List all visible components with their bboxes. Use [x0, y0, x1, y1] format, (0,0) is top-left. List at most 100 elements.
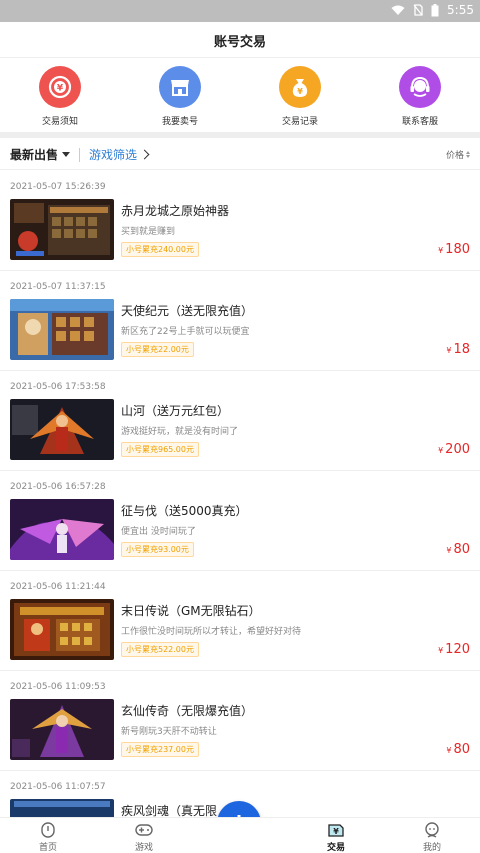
battery-icon — [431, 3, 439, 16]
tab-trade[interactable]: ¥ 交易 — [288, 818, 384, 853]
listing-item[interactable]: 2021-05-06 16:57:28 征与伐（送5000真充） 便宜出 没时间… — [0, 471, 480, 571]
listing-thumbnail — [10, 699, 114, 760]
listing-time: 2021-05-06 11:07:57 — [10, 782, 106, 792]
listing-title: 玄仙传奇（无限爆充值） — [121, 704, 254, 718]
listing-item[interactable]: 2021-05-06 11:09:53 玄仙传奇（无限爆充值） 新号刚玩3天肝不… — [0, 671, 480, 771]
divider — [79, 147, 81, 162]
listing-price: ¥80 — [446, 542, 470, 557]
listing-time: 2021-05-07 15:26:39 — [10, 182, 106, 192]
quick-action-records[interactable]: ¥ 交易记录 — [240, 58, 360, 132]
listing-title: 疾风剑魂（真无限 — [121, 804, 218, 817]
quick-action-sell[interactable]: 我要卖号 — [120, 58, 240, 132]
sort-dropdown[interactable]: 最新出售 — [10, 146, 58, 163]
listing-list: 2021-05-07 15:26:39 赤月龙城之原始神器 买到就是赚到 小号累… — [0, 171, 480, 817]
listing-price: ¥200 — [438, 442, 470, 457]
listing-thumbnail — [10, 199, 114, 260]
tab-label: 我的 — [422, 843, 441, 853]
listing-desc: 便宜出 没时间玩了 — [121, 527, 196, 537]
filter-bar: 最新出售 游戏筛选 价格 — [0, 138, 480, 170]
listing-title: 天使纪元（送无限充值） — [121, 304, 254, 318]
shop-icon — [159, 66, 201, 108]
listing-thumbnail — [10, 399, 114, 460]
recharge-badge: 小号累充22.00元 — [121, 342, 194, 357]
clock: 5:55 — [447, 3, 474, 17]
tab-games[interactable]: 游戏 — [96, 818, 192, 853]
tab-label: 游戏 — [134, 843, 153, 853]
listing-time: 2021-05-07 11:37:15 — [10, 282, 106, 292]
listing-price: ¥180 — [438, 242, 470, 257]
tab-home[interactable]: 首页 — [0, 818, 96, 853]
quick-action-label: 我要卖号 — [161, 117, 198, 127]
listing-thumbnail — [10, 499, 114, 560]
page-title: 账号交易 — [213, 35, 266, 50]
notice-icon: ¥ — [39, 66, 81, 108]
listing-title: 征与伐（送5000真充） — [121, 504, 248, 518]
currency-symbol: ¥ — [438, 246, 444, 255]
price-value: 80 — [453, 742, 470, 757]
caret-down-icon[interactable] — [62, 152, 71, 157]
price-sort-button[interactable]: 价格 — [446, 148, 470, 161]
game-filter-link[interactable]: 游戏筛选 — [89, 146, 137, 163]
gamepad-icon — [135, 824, 153, 836]
money-bag-icon: ¥ — [279, 66, 321, 108]
wifi-icon — [391, 5, 405, 15]
listing-thumbnail — [10, 799, 114, 817]
listing-price: ¥80 — [446, 742, 470, 757]
currency-symbol: ¥ — [438, 646, 444, 655]
bottom-tab-bar: 首页 游戏 ¥ 交易 我的 — [0, 817, 480, 853]
listing-item[interactable]: 2021-05-07 15:26:39 赤月龙城之原始神器 买到就是赚到 小号累… — [0, 171, 480, 271]
svg-text:¥: ¥ — [57, 84, 64, 94]
price-value: 80 — [453, 542, 470, 557]
headset-icon — [399, 66, 441, 108]
quick-action-label: 交易记录 — [281, 117, 318, 127]
tab-label: 首页 — [38, 843, 57, 853]
listing-title: 末日传说（GM无限钻石） — [121, 604, 261, 618]
price-sort-label: 价格 — [445, 151, 464, 161]
status-bar: 5:55 — [0, 0, 480, 22]
svg-text:¥: ¥ — [333, 827, 339, 836]
price-value: 120 — [445, 642, 470, 657]
svg-text:¥: ¥ — [297, 87, 303, 96]
tab-spacer — [192, 818, 288, 853]
listing-desc: 新区充了22号上手就可以玩便宜 — [121, 327, 250, 337]
listing-item[interactable]: 2021-05-06 17:53:58 山河（送万元红包） 游戏挺好玩，就是没有… — [0, 371, 480, 471]
tab-profile[interactable]: 我的 — [384, 818, 480, 853]
listing-item[interactable]: 2021-05-06 11:21:44 末日传说（GM无限钻石） 工作很忙没时间… — [0, 571, 480, 671]
currency-symbol: ¥ — [446, 346, 452, 355]
listing-price: ¥120 — [438, 642, 470, 657]
recharge-badge: 小号累充240.00元 — [121, 242, 199, 257]
listing-title: 赤月龙城之原始神器 — [121, 204, 230, 218]
listing-time: 2021-05-06 11:09:53 — [10, 682, 106, 692]
listing-thumbnail — [10, 599, 114, 660]
recharge-badge: 小号累充237.00元 — [121, 742, 199, 757]
price-value: 180 — [445, 242, 470, 257]
listing-desc: 新号刚玩3天肝不动转让 — [121, 727, 217, 737]
currency-symbol: ¥ — [446, 546, 452, 555]
quick-action-label: 联系客服 — [401, 117, 438, 127]
quick-action-notice[interactable]: ¥ 交易须知 — [0, 58, 120, 132]
listing-thumbnail — [10, 299, 114, 360]
listing-price: ¥18 — [446, 342, 470, 357]
profile-icon — [425, 822, 439, 838]
status-icons: 5:55 — [391, 3, 474, 17]
listing-time: 2021-05-06 11:21:44 — [10, 582, 106, 592]
currency-symbol: ¥ — [438, 446, 444, 455]
listing-time: 2021-05-06 16:57:28 — [10, 482, 106, 492]
listing-desc: 买到就是赚到 — [121, 227, 176, 237]
listing-desc: 工作很忙没时间玩所以才转让，希望好好对待 — [121, 627, 302, 637]
listing-item[interactable]: 2021-05-07 11:37:15 天使纪元（送无限充值） 新区充了22号上… — [0, 271, 480, 371]
price-value: 18 — [453, 342, 470, 357]
filter-controls: 最新出售 游戏筛选 — [10, 146, 150, 163]
no-sim-icon — [413, 4, 423, 16]
price-value: 200 — [445, 442, 470, 457]
tab-label: 交易 — [326, 843, 345, 853]
chevron-right-icon[interactable] — [139, 149, 150, 160]
recharge-badge: 小号累充522.00元 — [121, 642, 199, 657]
recharge-badge: 小号累充93.00元 — [121, 542, 194, 557]
trade-icon: ¥ — [328, 824, 344, 837]
sort-arrows-icon — [466, 151, 470, 158]
app-header: 账号交易 — [0, 22, 480, 58]
listing-title: 山河（送万元红包） — [121, 404, 230, 418]
quick-action-service[interactable]: 联系客服 — [360, 58, 480, 132]
currency-symbol: ¥ — [446, 746, 452, 755]
